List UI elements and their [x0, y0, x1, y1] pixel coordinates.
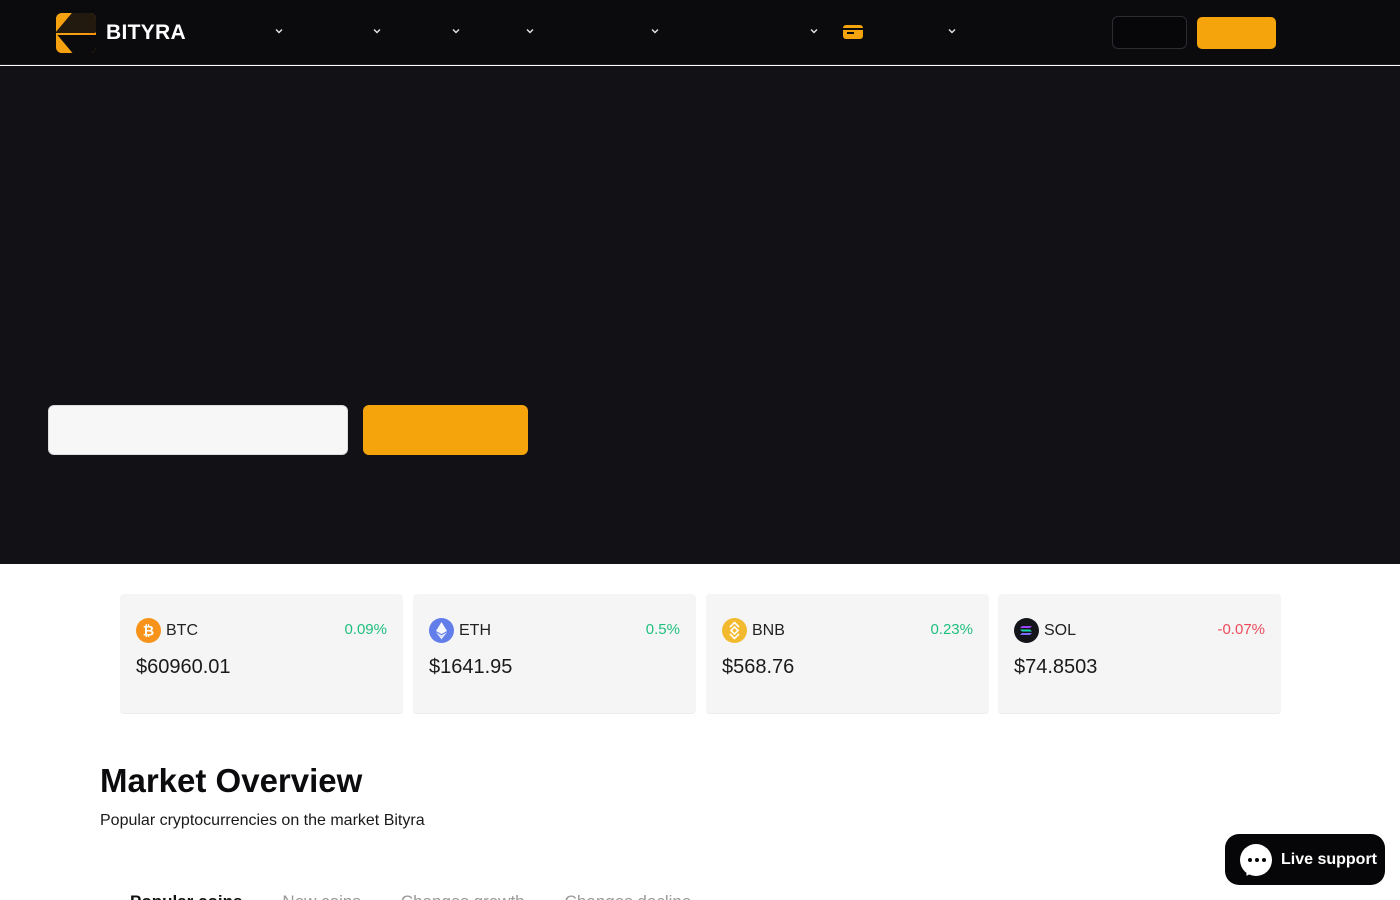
- hero-email-input[interactable]: [48, 405, 348, 455]
- ticker-change: 0.23%: [930, 621, 973, 638]
- tab-new-coins[interactable]: New coins: [282, 892, 360, 900]
- credit-card-icon[interactable]: [843, 25, 863, 39]
- live-support-button[interactable]: Live support: [1225, 834, 1385, 885]
- tab-popular-coins[interactable]: Popular coins: [130, 892, 242, 900]
- ticker-symbol: BNB: [752, 622, 785, 639]
- ticker-card-bnb[interactable]: BNB 0.23% $568.76: [706, 594, 989, 714]
- ticker-card-sol[interactable]: SOL -0.07% $74.8503: [998, 594, 1281, 714]
- bnb-icon: [722, 618, 747, 643]
- ticker-symbol: BTC: [166, 622, 198, 639]
- ticker-change: 0.09%: [344, 621, 387, 638]
- ticker-change: -0.07%: [1217, 621, 1265, 638]
- solana-icon: [1014, 618, 1039, 643]
- tab-changes-growth[interactable]: Changes growth: [401, 892, 525, 900]
- nav-dropdown-5-chevron-down-icon[interactable]: [650, 26, 660, 36]
- tab-changes-decline[interactable]: Changes decline: [565, 892, 692, 900]
- live-support-label: Live support: [1281, 850, 1378, 868]
- ticker-price: $60960.01: [136, 656, 231, 678]
- ticker-card-btc[interactable]: ₿ BTC 0.09% $60960.01: [120, 594, 403, 714]
- brand-logo[interactable]: BITYRA: [56, 13, 186, 53]
- signup-button[interactable]: [1197, 17, 1276, 49]
- ethereum-icon: [429, 618, 454, 643]
- nav-dropdown-6-chevron-down-icon[interactable]: [809, 26, 819, 36]
- ticker-price: $568.76: [722, 656, 795, 678]
- nav-dropdown-1-chevron-down-icon[interactable]: [274, 26, 284, 36]
- login-button[interactable]: [1112, 16, 1187, 49]
- hero-section: [0, 66, 1400, 564]
- ticker-change: 0.5%: [645, 621, 680, 638]
- market-tabs: Popular coins New coins Changes growth C…: [130, 892, 691, 900]
- ticker-price: $74.8503: [1014, 656, 1098, 678]
- ticker-symbol: SOL: [1044, 622, 1077, 639]
- top-header: BITYRA: [0, 0, 1400, 65]
- nav-dropdown-3-chevron-down-icon[interactable]: [451, 26, 461, 36]
- market-overview-title: Market Overview: [100, 762, 363, 799]
- nav-dropdown-4-chevron-down-icon[interactable]: [525, 26, 535, 36]
- ticker-price: $1641.95: [429, 656, 513, 678]
- nav-dropdown-2-chevron-down-icon[interactable]: [372, 26, 382, 36]
- ticker-symbol: ETH: [459, 622, 491, 639]
- ticker-cards: ₿ BTC 0.09% $60960.01 ETH 0.5% $1641.95 …: [120, 594, 1281, 714]
- svg-text:₿: ₿: [143, 624, 154, 640]
- logo-mark-icon: [56, 13, 96, 53]
- hero-cta-button[interactable]: [363, 405, 528, 455]
- ticker-card-eth[interactable]: ETH 0.5% $1641.95: [413, 594, 696, 714]
- bitcoin-icon: ₿: [136, 618, 161, 643]
- nav-dropdown-7-chevron-down-icon[interactable]: [947, 26, 957, 36]
- chat-bubble-icon: [1240, 843, 1272, 876]
- brand-name: BITYRA: [106, 21, 186, 44]
- market-overview-subtitle: Popular cryptocurrencies on the market B…: [100, 812, 425, 829]
